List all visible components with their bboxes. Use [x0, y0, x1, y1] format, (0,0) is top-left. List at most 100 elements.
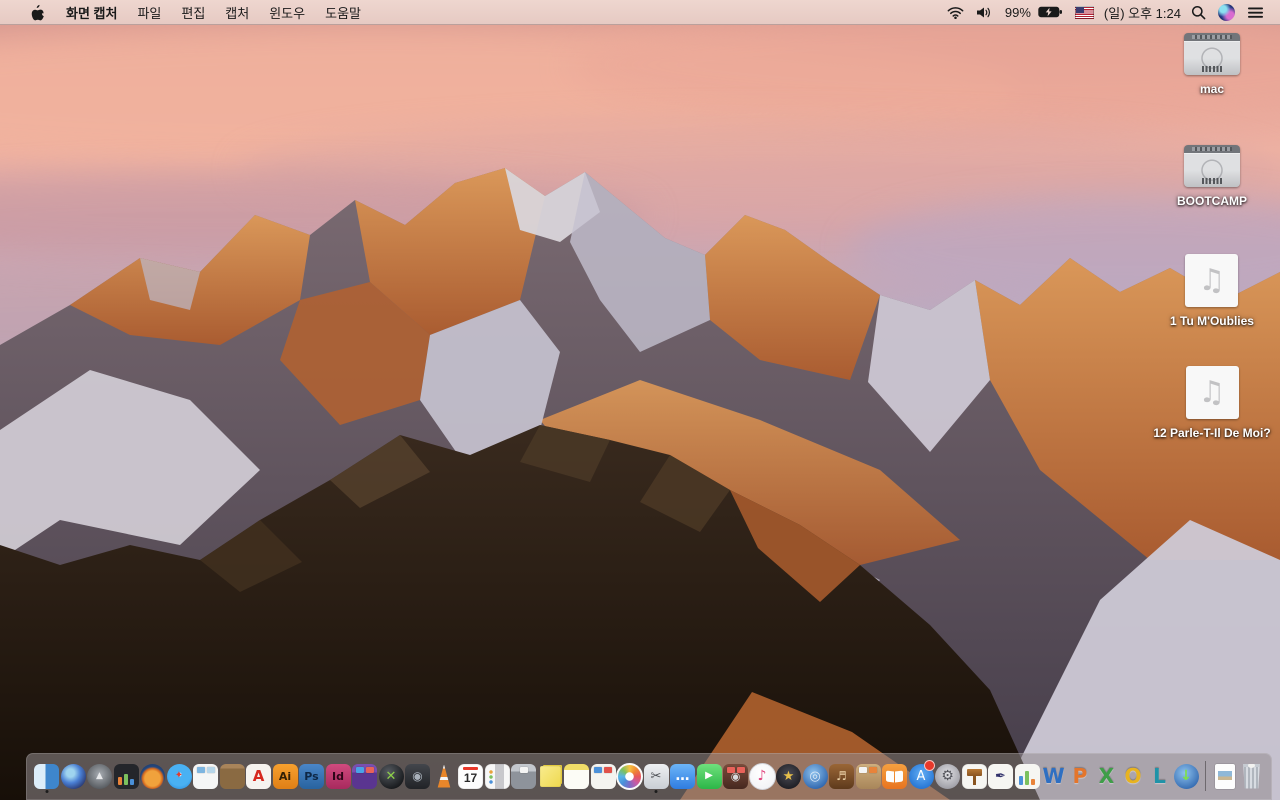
dock-pages[interactable]: ✒ — [988, 762, 1013, 791]
dock-keynote[interactable] — [961, 762, 987, 791]
calendar-icon: 17 — [458, 763, 483, 789]
lync-icon: L — [1153, 764, 1166, 788]
dock-messages[interactable]: … — [670, 762, 695, 791]
dock-stickies[interactable] — [538, 762, 563, 791]
app-store-badge — [923, 759, 935, 771]
powerpoint-icon: P — [1072, 764, 1088, 788]
desktop-icon-audio-file-2[interactable]: 12 Parle-T-Il De Moi? — [1153, 366, 1271, 478]
clock-menu[interactable]: (일) 오후 1:24 — [1100, 0, 1185, 24]
dock-garageband[interactable]: ♬ — [829, 762, 854, 791]
dock-outlook[interactable]: O — [1121, 762, 1146, 791]
preview-icon — [193, 763, 218, 789]
drive-icon — [1184, 33, 1240, 75]
finder-icon — [34, 763, 59, 789]
image-capture-icon — [590, 763, 616, 789]
wifi-icon — [947, 6, 964, 19]
dock-divider — [1205, 761, 1206, 791]
notification-center-menu[interactable] — [1241, 0, 1270, 24]
menu-item-1[interactable]: 편집 — [171, 6, 215, 21]
spotlight-icon — [1191, 5, 1206, 19]
dock-lync[interactable]: L — [1147, 762, 1172, 791]
siri-icon — [1218, 3, 1235, 21]
dock-facetime[interactable]: ▶ — [696, 762, 722, 791]
battery-percent: 99% — [1004, 4, 1031, 20]
dock-toast[interactable] — [352, 762, 377, 791]
stickies-icon — [539, 765, 561, 787]
dock-mission-control[interactable] — [113, 762, 139, 791]
dock-safari[interactable]: ✦ — [166, 762, 192, 791]
dock-calendar[interactable]: 17 — [458, 762, 483, 791]
volume-menu[interactable] — [970, 0, 999, 24]
notepad-icon — [564, 763, 589, 789]
photos-icon — [616, 762, 643, 790]
dock-corkboard[interactable] — [855, 762, 881, 791]
desktop-icon-drive-bootcamp[interactable]: BOOTCAMP — [1177, 142, 1247, 254]
siri-menu[interactable] — [1212, 0, 1241, 24]
menu-item-0[interactable]: 파일 — [127, 6, 171, 21]
dock-photo-booth[interactable]: ◉ — [723, 762, 748, 791]
dock-excel[interactable]: X — [1094, 762, 1119, 791]
facetime-icon: ▶ — [696, 763, 722, 789]
active-app-menu[interactable]: 화면 캡처 — [56, 3, 127, 22]
dock-app-store[interactable]: A — [908, 759, 935, 791]
dock-illustrator[interactable]: Ai — [272, 762, 298, 791]
archive-box-icon — [511, 763, 536, 789]
desktop-screen: 화면 캡처 파일 편집 캡처 윈도우 도움말 99% (일) 오후 1:24 m… — [0, 0, 1280, 800]
audio-file-2-label: 12 Parle-T-Il De Moi? — [1153, 426, 1271, 440]
dock-indesign[interactable]: Id — [325, 762, 351, 791]
menu-item-4[interactable]: 도움말 — [315, 6, 371, 21]
desktop-icon-audio-file-1[interactable]: 1 Tu M'Oublies — [1170, 254, 1254, 366]
audio-icon — [1185, 254, 1239, 307]
system-preferences-icon: ⚙ — [935, 763, 960, 789]
dock-siri[interactable] — [60, 762, 86, 791]
dock-launchpad[interactable]: ▲ — [87, 762, 112, 791]
dock-x-app[interactable]: ✕ — [378, 762, 404, 791]
vlc-icon — [437, 764, 451, 788]
trash-icon — [1243, 763, 1260, 789]
siri-icon — [60, 763, 86, 789]
drive-icon — [1184, 145, 1240, 187]
mission-control-icon — [113, 763, 139, 789]
wifi-menu[interactable] — [941, 0, 970, 24]
menu-item-2[interactable]: 캡처 — [215, 6, 259, 21]
drive-bootcamp-label: BOOTCAMP — [1177, 194, 1247, 208]
grab-icon: ✂ — [643, 763, 669, 789]
acrobat-icon: A — [246, 763, 271, 789]
dock-download-manager[interactable]: ↓ — [1173, 762, 1199, 791]
menu-item-3[interactable]: 윈도우 — [259, 6, 315, 21]
dock-photos[interactable] — [616, 762, 643, 791]
contacts-icon — [219, 763, 245, 789]
dock-preview[interactable] — [193, 762, 218, 791]
dock-word[interactable]: W — [1041, 762, 1066, 791]
apple-menu[interactable] — [18, 4, 56, 21]
input-source-menu[interactable] — [1069, 0, 1100, 24]
dock-archive-box[interactable] — [511, 762, 536, 791]
dock-vlc[interactable] — [432, 762, 457, 791]
dock-photoshop[interactable]: Ps — [299, 762, 324, 791]
corkboard-icon — [855, 763, 881, 789]
dock-system-preferences[interactable]: ⚙ — [935, 762, 960, 791]
battery-menu[interactable]: 99% — [999, 0, 1069, 24]
dock-external-drive[interactable]: ◉ — [405, 762, 430, 791]
spotlight-menu[interactable] — [1185, 0, 1212, 24]
dock-dvd-player[interactable]: ◎ — [802, 762, 828, 791]
desktop-icon-drive-mac[interactable]: mac — [1184, 30, 1240, 142]
dock-reminders[interactable] — [484, 762, 510, 791]
dock-notepad[interactable] — [564, 762, 589, 791]
dock-grab[interactable]: ✂ — [643, 762, 669, 791]
dock-finder[interactable] — [34, 762, 59, 791]
dock-acrobat[interactable]: A — [246, 762, 271, 791]
dock-image-capture[interactable] — [590, 762, 616, 791]
dock-powerpoint[interactable]: P — [1068, 762, 1093, 791]
dock-contacts[interactable] — [219, 762, 245, 791]
dock-firefox[interactable] — [140, 762, 165, 791]
pages-icon: ✒ — [988, 763, 1013, 789]
dock-trash[interactable] — [1239, 762, 1264, 791]
dock-itunes[interactable]: ♪ — [748, 762, 776, 791]
photo-booth-icon: ◉ — [723, 763, 748, 789]
dock-document-file[interactable] — [1213, 762, 1238, 791]
dock-numbers[interactable] — [1014, 762, 1040, 791]
dock-imovie[interactable]: ★ — [776, 762, 801, 791]
audio-file-1-label: 1 Tu M'Oublies — [1170, 314, 1254, 328]
dock-ibooks[interactable] — [882, 762, 907, 791]
